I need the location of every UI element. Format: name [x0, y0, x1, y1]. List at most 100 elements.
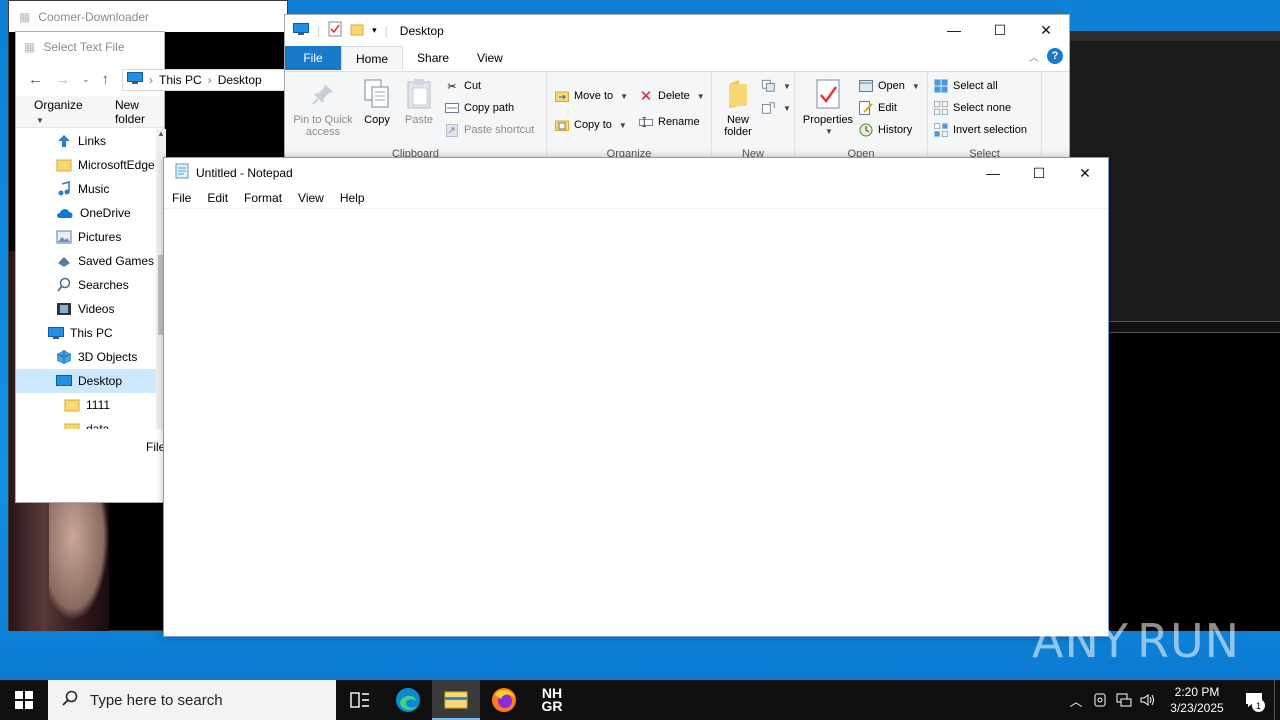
organize-button[interactable]: Organize ▼	[34, 98, 87, 126]
minimize-button[interactable]: —	[931, 15, 977, 45]
select-none-icon	[934, 101, 948, 115]
taskbar-search-box[interactable]: Type here to search	[48, 680, 336, 720]
new-folder-button[interactable]: New folder	[115, 98, 164, 126]
copy-path-button[interactable]: Copy path	[445, 98, 514, 118]
tree-item-microsoftedge[interactable]: MicrosoftEdge	[16, 153, 156, 177]
properties-icon	[812, 78, 844, 110]
pin-to-quick-access-button[interactable]: Pin to Quick access	[291, 78, 355, 138]
open-button[interactable]: Open ▼	[859, 76, 920, 96]
select-none-button[interactable]: Select none	[934, 98, 1011, 118]
select-all-button[interactable]: Select all	[934, 76, 998, 96]
open-group: Properties ▼ Open ▼ Edit History Open	[795, 72, 928, 164]
task-view-icon[interactable]	[336, 680, 384, 720]
help-icon[interactable]: ?	[1047, 48, 1063, 64]
select-text-file-dialog[interactable]: ▦ Select Text File ← → ⌄ ↑ › This PC › D…	[15, 31, 302, 503]
tree-item-label: Videos	[78, 302, 115, 316]
tree-item-searches[interactable]: Searches	[16, 273, 156, 297]
tree-item-desktop[interactable]: Desktop	[16, 369, 156, 393]
cut-button[interactable]: ✂ Cut	[445, 76, 481, 96]
tab-share[interactable]: Share	[403, 46, 463, 70]
file-explorer-window[interactable]: | ▾ | Desktop — ☐ ✕ File Home Share View…	[173, 14, 1070, 164]
show-hidden-icons-chevron-icon[interactable]: ︿	[1064, 691, 1088, 710]
paste-button[interactable]: Paste	[401, 78, 437, 126]
properties-button[interactable]: Properties ▼	[799, 78, 857, 138]
menu-edit[interactable]: Edit	[199, 191, 236, 205]
breadcrumb-separator-icon: ›	[149, 73, 153, 87]
forward-arrow-icon[interactable]: →	[55, 71, 70, 88]
edge-icon[interactable]	[384, 680, 432, 720]
tree-item-onedrive[interactable]: OneDrive	[16, 201, 156, 225]
new-item-button[interactable]: ▼	[762, 76, 791, 96]
start-button[interactable]	[0, 680, 48, 720]
up-arrow-icon[interactable]: ↑	[102, 71, 110, 88]
menu-help[interactable]: Help	[332, 191, 373, 205]
file-explorer-icon[interactable]	[432, 680, 480, 720]
clipboard-group: Pin to Quick access Copy Paste ✂ Cut Cop…	[285, 72, 547, 164]
navigation-tree: Links MicrosoftEdge Music OneDrive Pictures S…	[16, 129, 156, 429]
tree-item-1111[interactable]: 1111	[16, 393, 156, 417]
recent-locations-chevron-icon[interactable]: ⌄	[82, 74, 90, 85]
network-icon[interactable]	[1112, 693, 1136, 707]
column-header-name[interactable]: Name	[173, 133, 205, 147]
device-icon[interactable]	[1088, 693, 1112, 707]
notepad-text-area[interactable]	[164, 209, 1108, 636]
back-arrow-icon[interactable]: ←	[28, 71, 43, 88]
tree-item-saved-games[interactable]: Saved Games	[16, 249, 156, 273]
minimize-button[interactable]: —	[970, 158, 1016, 188]
new-group: New folder ▼ ▼ New	[712, 72, 795, 164]
tree-item-data[interactable]: data	[16, 417, 156, 429]
taskbar-clock[interactable]: 2:20 PM 3/23/2025	[1160, 684, 1234, 716]
maximize-button[interactable]: ☐	[1016, 158, 1062, 188]
close-button[interactable]: ✕	[1023, 15, 1069, 45]
coomer-titlebar[interactable]: ▦ Coomer-Downloader	[9, 1, 287, 32]
menu-format[interactable]: Format	[236, 191, 290, 205]
firefox-icon[interactable]	[480, 680, 528, 720]
pictures-icon	[56, 230, 72, 244]
select-all-icon	[934, 79, 948, 93]
history-button[interactable]: History	[859, 120, 912, 140]
new-folder-button[interactable]: New folder	[718, 78, 758, 138]
delete-button[interactable]: ✕ Delete ▼	[639, 86, 705, 106]
show-desktop-button[interactable]	[1274, 680, 1280, 720]
notepad-window[interactable]: Untitled - Notepad — ☐ ✕ File Edit Forma…	[163, 157, 1109, 637]
links-icon	[56, 133, 72, 149]
clock-date: 3/23/2025	[1170, 701, 1224, 715]
tab-file[interactable]: File	[285, 46, 341, 70]
maximize-button[interactable]: ☐	[977, 15, 1023, 45]
customize-quick-access-icon[interactable]: ▾	[372, 25, 377, 36]
properties-quick-icon[interactable]	[328, 21, 342, 40]
breadcrumb-this-pc[interactable]: This PC	[159, 73, 202, 87]
menu-file[interactable]: File	[164, 191, 199, 205]
desktop-icon	[56, 374, 72, 388]
edit-button[interactable]: Edit	[859, 98, 897, 118]
tree-item-links[interactable]: Links	[16, 129, 156, 153]
menu-view[interactable]: View	[290, 191, 332, 205]
new-folder-quick-icon[interactable]	[350, 22, 364, 39]
copy-to-button[interactable]: Copy to ▼	[555, 115, 627, 135]
collapse-ribbon-icon[interactable]: ︿	[1029, 49, 1039, 64]
nhgr-app-icon[interactable]: NH GR	[528, 680, 576, 720]
move-to-button[interactable]: Move to ▼	[555, 86, 628, 106]
volume-icon[interactable]	[1136, 693, 1160, 707]
scroll-up-icon[interactable]: ▲	[157, 129, 165, 138]
paste-shortcut-button[interactable]: Paste shortcut	[445, 120, 534, 140]
organize-group: Move to ▼ Copy to ▼ ✕ Delete ▼ Rename Organi…	[547, 72, 712, 164]
invert-selection-button[interactable]: Invert selection	[934, 120, 1027, 140]
breadcrumb-desktop[interactable]: Desktop	[218, 73, 262, 87]
easy-access-button[interactable]: ▼	[762, 98, 791, 118]
search-placeholder: Type here to search	[90, 691, 223, 709]
dialog-titlebar[interactable]: ▦ Select Text File	[16, 32, 164, 62]
notepad-titlebar[interactable]: Untitled - Notepad	[164, 158, 1108, 187]
copy-button[interactable]: Copy	[361, 78, 393, 126]
tree-item-pictures[interactable]: Pictures	[16, 225, 156, 249]
close-button[interactable]: ✕	[1062, 158, 1108, 188]
tab-view[interactable]: View	[463, 46, 517, 70]
tab-home[interactable]: Home	[341, 46, 404, 70]
rename-button[interactable]: Rename	[639, 112, 700, 132]
address-bar[interactable]: › This PC › Desktop	[122, 69, 302, 91]
action-center-button[interactable]: 1	[1234, 680, 1274, 720]
tree-item-videos[interactable]: Videos	[16, 297, 156, 321]
tree-item-this-pc[interactable]: This PC	[16, 321, 156, 345]
tree-item-music[interactable]: Music	[16, 177, 156, 201]
tree-item-3d-objects[interactable]: 3D Objects	[16, 345, 156, 369]
